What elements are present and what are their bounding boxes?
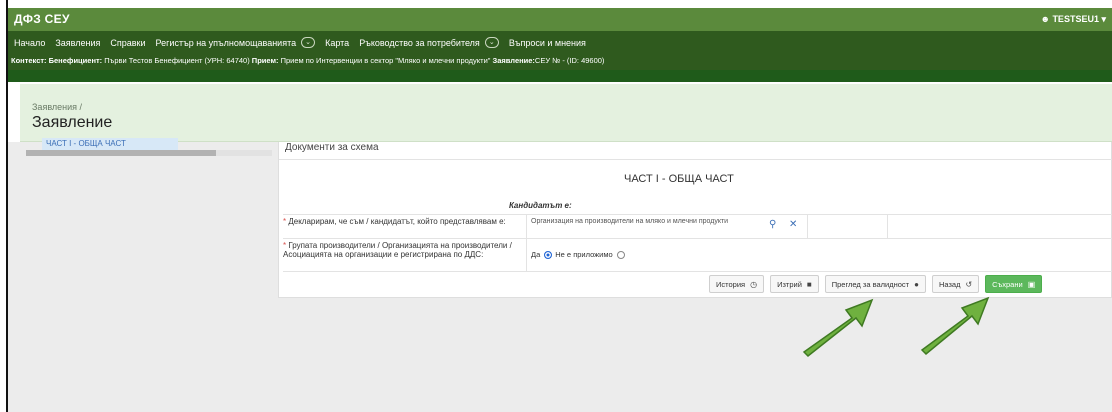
nav-label: Начало — [14, 37, 46, 48]
context-beneficiary: Първи Тестов Бенефициент (УРН: 64740) — [102, 56, 252, 65]
chevron-down-icon[interactable]: ⌄ — [484, 37, 499, 48]
nav-label: Справки — [110, 37, 146, 48]
app-brand[interactable]: ДФЗ СЕУ — [14, 12, 70, 26]
nav-item-home[interactable]: Начало — [14, 38, 45, 48]
radio-not-applicable[interactable] — [616, 250, 625, 259]
nav-item-applications[interactable]: Заявления — [55, 38, 100, 48]
chevron-down-icon[interactable]: ⌄ — [301, 37, 316, 48]
trash-icon: ■ — [806, 279, 812, 289]
empty-cell — [887, 215, 1112, 238]
nav-label: Ръководство за потребителя — [359, 37, 480, 48]
tree-item-label: ЧАСТ I - ОБЩА ЧАСТ — [46, 139, 126, 148]
radio-label-yes: Да — [531, 250, 541, 259]
declaration-value: Организация на производители на мляко и … — [531, 218, 729, 225]
search-icon[interactable]: ⚲ — [769, 219, 776, 230]
breadcrumb[interactable]: Заявления / — [32, 102, 82, 112]
save-icon: ▣ — [1027, 279, 1036, 289]
validate-button[interactable]: Преглед за валидност ● — [824, 275, 926, 293]
context-application: СЕУ № - (ID: 49600) — [534, 56, 605, 65]
user-icon: ☻ — [1040, 14, 1053, 24]
page-header: Заявления / Заявление — [20, 84, 1112, 142]
form-row-declaration: * Декларирам, че съм / кандидатът, който… — [283, 214, 1112, 238]
tree-horizontal-scrollbar[interactable] — [26, 150, 272, 156]
nav-item-questions[interactable]: Въпроси и мнения — [509, 38, 586, 48]
radio-label-na: Не е приложимо — [555, 250, 613, 259]
question-label: * Декларирам, че съм / кандидатът, който… — [283, 217, 523, 226]
candidate-label: Кандидатът е: — [509, 201, 572, 210]
context-bar: Контекст: Бенефициент: Първи Тестов Бене… — [8, 54, 1112, 70]
tree-panel: ▸ — [8, 142, 282, 412]
question-text: Декларирам, че съм / кандидатът, който п… — [288, 217, 506, 226]
context-key: Контекст: — [11, 56, 47, 65]
scrollbar-thumb[interactable] — [26, 150, 216, 156]
main-nav: Начало Заявления Справки Регистър на упъ… — [8, 31, 1112, 54]
nav-item-reports[interactable]: Справки — [110, 38, 145, 48]
user-name: TESTSEU1 — [1052, 14, 1099, 24]
question-text: Групата производители / Организацията на… — [283, 241, 512, 259]
context-beneficiary-key: Бенефициент: — [48, 56, 103, 65]
undo-icon: ↺ — [965, 279, 973, 289]
history-icon: ◷ — [750, 279, 758, 289]
card-title: Документи за схема — [285, 142, 379, 153]
button-label: Преглед за валидност — [831, 279, 910, 289]
nav-item-map[interactable]: Карта — [325, 38, 349, 48]
context-application-key: Заявление: — [492, 56, 535, 65]
nav-item-authorizations[interactable]: Регистър на упълномощаванията ⌄ — [156, 37, 316, 48]
divider — [279, 159, 1112, 160]
vat-radio-group: Да Не е приложимо — [526, 239, 808, 271]
form-row-vat: * Групата производители / Организацията … — [283, 238, 1112, 272]
nav-label: Регистър на упълномощаванията — [155, 37, 297, 48]
nav-label: Заявления — [55, 37, 101, 48]
top-bar: ДФЗ СЕУ ☻ TESTSEU1 ▾ — [8, 8, 1112, 31]
radio-yes[interactable] — [544, 250, 553, 259]
page-title: Заявление — [32, 114, 113, 131]
button-label: Назад — [938, 279, 961, 289]
back-button[interactable]: Назад ↺ — [931, 275, 980, 293]
nav-item-user-guide[interactable]: Ръководство за потребителя ⌄ — [359, 37, 499, 48]
nav-label: Карта — [325, 37, 350, 48]
button-label: Съхрани — [992, 279, 1023, 289]
tree-item-part-one[interactable]: ЧАСТ I - ОБЩА ЧАСТ — [42, 138, 178, 150]
context-intake: Прием по Интервенции в сектор "Мляко и м… — [278, 56, 493, 65]
save-button[interactable]: Съхрани ▣ — [985, 275, 1043, 293]
button-label: Изтрий — [777, 279, 802, 289]
action-bar: История ◷ Изтрий ■ Преглед за валидност ● Н… — [703, 275, 1043, 293]
check-circle-icon: ● — [914, 279, 919, 289]
context-intake-key: Прием: — [251, 56, 279, 65]
empty-cell — [807, 215, 887, 238]
button-label: История — [716, 279, 746, 289]
nav-label: Въпроси и мнения — [508, 37, 586, 48]
delete-button[interactable]: Изтрий ■ — [770, 275, 819, 293]
close-icon[interactable]: ✕ — [789, 219, 797, 230]
declaration-select[interactable]: Организация на производители на мляко и … — [526, 215, 808, 238]
user-menu[interactable]: ☻ TESTSEU1 ▾ — [1040, 14, 1106, 25]
question-label: * Групата производители / Организацията … — [283, 241, 523, 259]
header-divider — [8, 70, 1112, 82]
schema-documents-card: Документи за схема ЧАСТ I - ОБЩА ЧАСТ Ка… — [278, 134, 1112, 298]
caret-down-icon: ▾ — [1101, 14, 1106, 24]
section-title: ЧАСТ I - ОБЩА ЧАСТ — [624, 173, 734, 185]
history-button[interactable]: История ◷ — [709, 275, 765, 293]
